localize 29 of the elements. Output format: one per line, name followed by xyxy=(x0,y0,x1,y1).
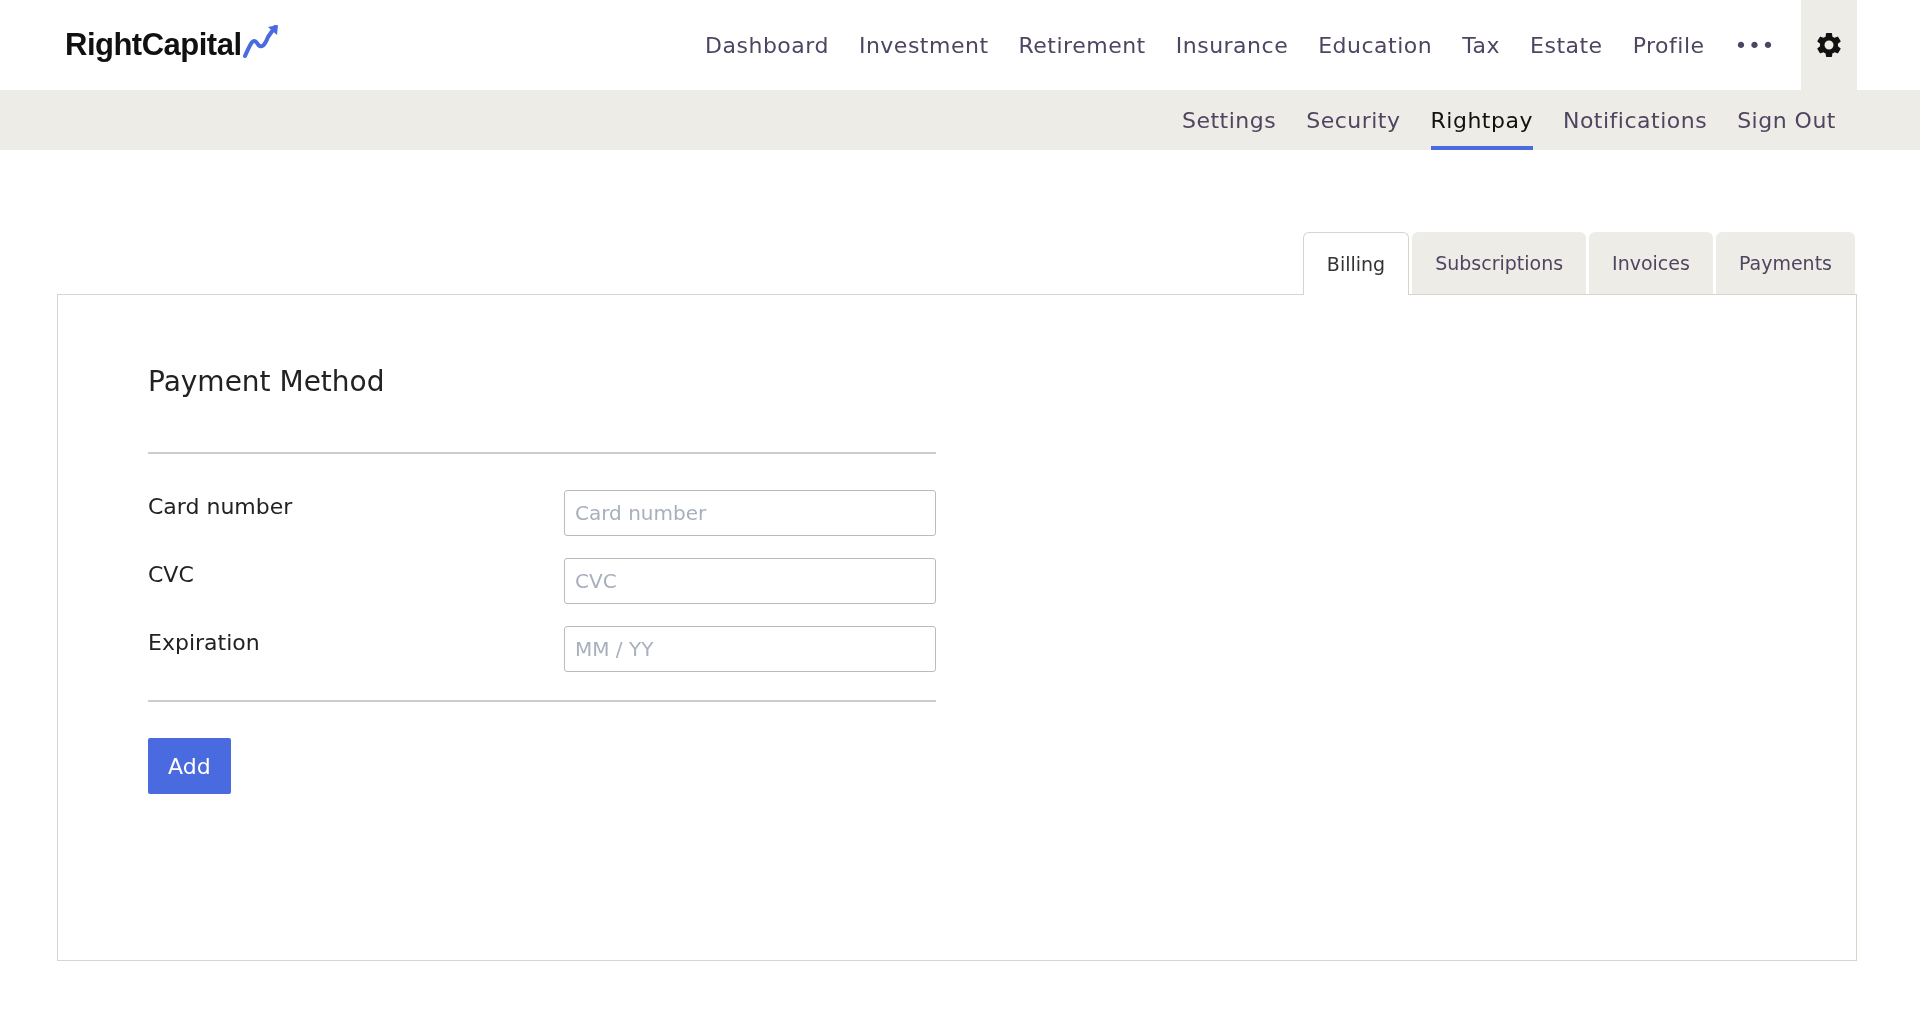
tab[interactable]: Subscriptions xyxy=(1412,232,1587,294)
sub-nav-tab[interactable]: Rightpay xyxy=(1430,90,1533,150)
tab[interactable]: Invoices xyxy=(1589,232,1713,294)
nav-link[interactable]: Tax xyxy=(1462,32,1500,58)
input-field[interactable]: Card number xyxy=(564,490,936,536)
field-label: Card number xyxy=(148,493,293,519)
nav-link[interactable]: Education xyxy=(1318,32,1433,58)
tab[interactable]: Payments xyxy=(1715,232,1855,294)
sub-nav-tab[interactable]: Notifications xyxy=(1562,90,1708,150)
field-label: CVC xyxy=(148,561,194,587)
sub-nav-tab[interactable]: Sign Out xyxy=(1737,90,1836,150)
sub-nav-tab[interactable]: Settings xyxy=(1181,90,1277,150)
nav-link[interactable]: ••• xyxy=(1734,32,1775,58)
nav-link[interactable]: Profile xyxy=(1632,32,1705,58)
nav-link[interactable]: Dashboard xyxy=(705,32,829,58)
sub-nav-tab[interactable]: Security xyxy=(1306,90,1401,150)
input-field[interactable]: CVC xyxy=(564,558,936,604)
field-label: Expiration xyxy=(148,629,260,655)
tab[interactable]: Billing xyxy=(1302,232,1410,295)
settings-button[interactable] xyxy=(1801,0,1857,90)
section-title: Payment Method xyxy=(148,365,386,398)
nav-link[interactable]: Insurance xyxy=(1175,32,1289,58)
settings-icon xyxy=(1814,30,1844,60)
logo-wordmark[interactable]: RightCapital xyxy=(65,27,242,63)
input-field[interactable]: MM / YY xyxy=(564,626,936,672)
nav-link[interactable]: Investment xyxy=(858,32,989,58)
nav-link[interactable]: Estate xyxy=(1530,32,1603,58)
nav-link[interactable]: Retirement xyxy=(1018,32,1146,58)
add-button[interactable]: Add xyxy=(148,738,231,794)
